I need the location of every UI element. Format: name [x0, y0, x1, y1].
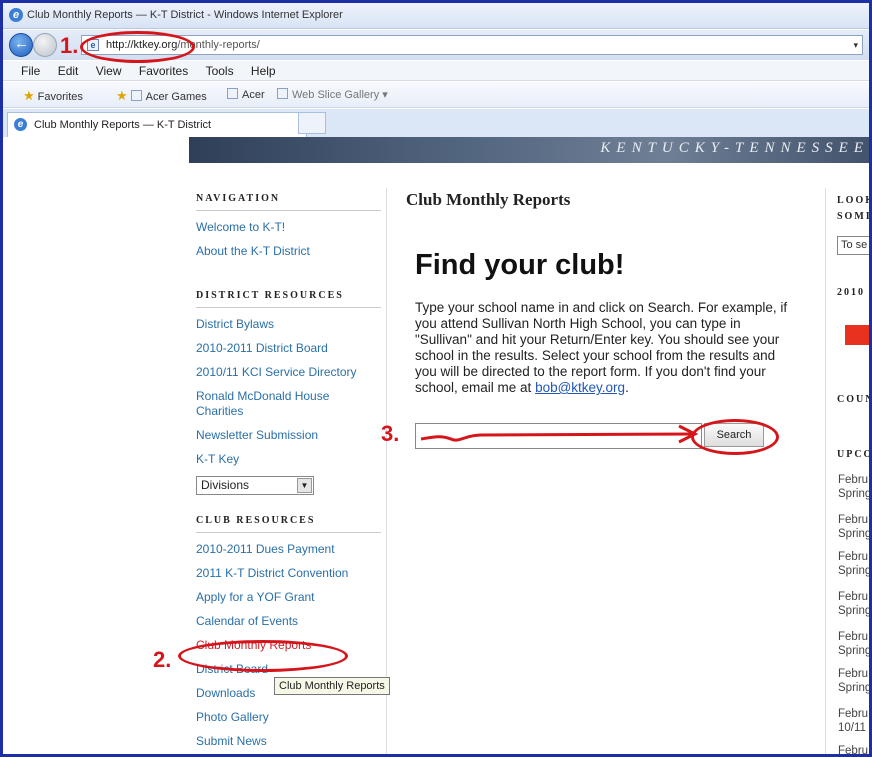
club-resources-heading: CLUB RESOURCES [196, 515, 381, 533]
site-banner: KENTUCKY-TENNESSEE [189, 137, 869, 163]
star-icon: ★ [23, 88, 35, 103]
menu-view[interactable]: View [96, 61, 122, 81]
divisions-select[interactable]: Divisions ▼ [196, 476, 314, 495]
fav-acer-games-label: Acer Games [145, 91, 207, 103]
event-item[interactable]: Febru Spring [838, 513, 869, 541]
menu-help[interactable]: Help [251, 61, 276, 81]
event-item[interactable]: Febru Spring [838, 667, 869, 695]
fav-web-slice-label: Web Slice Gallery ▾ [292, 89, 388, 101]
right-heading-2010: 2010 [837, 287, 865, 298]
back-button[interactable] [9, 33, 33, 57]
ie-logo-icon: e [14, 118, 27, 131]
instructions-end: . [625, 380, 629, 395]
screenshot-frame: e Club Monthly Reports — K-T District - … [0, 0, 872, 757]
find-club-heading: Find your club! [415, 249, 625, 281]
page-icon [227, 88, 238, 99]
annotation-step-2: 2. [153, 647, 172, 672]
banner-slogan: KENTUCKY-TENNESSEE [600, 140, 869, 156]
annotation-step-3: 3. [381, 421, 400, 446]
right-heading-some: SOMI [837, 211, 872, 222]
event-item[interactable]: Febru Spring [838, 550, 869, 578]
nav-link-kt-key[interactable]: K-T Key [196, 452, 381, 467]
new-tab-button[interactable] [298, 112, 326, 134]
fav-acer[interactable]: Acer [227, 88, 265, 101]
right-heading-upcoming: UPCO [837, 449, 872, 460]
fav-acer-label: Acer [242, 89, 265, 101]
nav-link-newsletter[interactable]: Newsletter Submission [196, 428, 381, 443]
club-search-input[interactable] [415, 423, 702, 449]
favorites-button[interactable]: ★ Favorites [23, 88, 83, 104]
left-sidebar: NAVIGATION Welcome to K-T! About the K-T… [196, 193, 381, 754]
event-item[interactable]: Febru Spring [838, 473, 869, 501]
menu-file[interactable]: File [21, 61, 40, 81]
tab-row: e Club Monthly Reports — K-T District [3, 109, 869, 137]
event-item[interactable]: Febru 10/11 [838, 707, 869, 735]
right-select[interactable]: To se [837, 236, 869, 255]
nav-link-welcome[interactable]: Welcome to K-T! [196, 220, 381, 235]
add-favorite-icon: ★ [116, 88, 128, 103]
page-title: Club Monthly Reports [406, 190, 571, 209]
window-titlebar: e Club Monthly Reports — K-T District - … [3, 3, 869, 29]
tab-club-monthly-reports[interactable]: e Club Monthly Reports — K-T District [7, 112, 307, 137]
annotation-circle-link [178, 640, 348, 672]
nav-link-submit-news[interactable]: Submit News [196, 734, 381, 749]
column-divider [825, 188, 826, 754]
event-item[interactable]: Febru [838, 744, 869, 754]
nav-link-dues[interactable]: 2010-2011 Dues Payment [196, 542, 381, 557]
nav-link-photo-gallery[interactable]: Photo Gallery [196, 710, 381, 725]
nav-link-bylaws[interactable]: District Bylaws [196, 317, 381, 332]
right-heading-coun: COUN [837, 394, 872, 405]
nav-link-ronald-mcdonald[interactable]: Ronald McDonald House Charities [196, 389, 346, 419]
annotation-circle-url [80, 31, 195, 63]
nav-link-district-board-2010[interactable]: 2010-2011 District Board [196, 341, 381, 356]
fav-acer-games[interactable]: ★ Acer Games [116, 88, 207, 104]
window-title: Club Monthly Reports — K-T District - Wi… [27, 9, 343, 21]
divisions-select-value: Divisions [201, 478, 250, 492]
nav-link-yof-grant[interactable]: Apply for a YOF Grant [196, 590, 381, 605]
nav-link-about[interactable]: About the K-T District [196, 244, 381, 259]
ie-logo-icon: e [9, 8, 23, 22]
chevron-down-icon[interactable]: ▼ [297, 478, 312, 493]
fav-web-slice-gallery[interactable]: Web Slice Gallery ▾ [277, 88, 388, 101]
favorites-bar: ★ Favorites ★ Acer Games Acer Web Slice Ga… [3, 82, 869, 108]
link-tooltip: Club Monthly Reports [274, 677, 390, 695]
forward-button[interactable] [33, 33, 57, 57]
tab-title: Club Monthly Reports — K-T District [34, 119, 212, 131]
navigation-heading: NAVIGATION [196, 193, 381, 211]
nav-link-service-directory[interactable]: 2010/11 KCI Service Directory [196, 365, 381, 380]
menu-tools[interactable]: Tools [206, 61, 234, 81]
email-link[interactable]: bob@ktkey.org [535, 380, 625, 395]
district-resources-heading: DISTRICT RESOURCES [196, 290, 381, 308]
instructions-text: Type your school name in and click on Se… [415, 300, 795, 396]
nav-link-convention[interactable]: 2011 K-T District Convention [196, 566, 381, 581]
page-icon [277, 88, 288, 99]
address-input[interactable]: e http://ktkey.org/monthly-reports/ ▾ [81, 35, 863, 55]
annotation-step-1: 1. [60, 33, 79, 58]
address-dropdown-icon[interactable]: ▾ [853, 36, 858, 54]
right-heading-look: LOOK [837, 195, 872, 206]
event-item[interactable]: Febru Spring [838, 630, 869, 658]
nav-link-calendar[interactable]: Calendar of Events [196, 614, 381, 629]
menu-bar: File Edit View Favorites Tools Help [3, 61, 869, 81]
annotation-circle-search [691, 419, 779, 455]
red-banner-image[interactable] [845, 325, 869, 345]
menu-edit[interactable]: Edit [58, 61, 79, 81]
column-divider [386, 188, 387, 754]
page-icon [130, 90, 142, 101]
event-item[interactable]: Febru Spring [838, 590, 869, 618]
favorites-label: Favorites [37, 91, 83, 103]
menu-favorites[interactable]: Favorites [139, 61, 188, 81]
